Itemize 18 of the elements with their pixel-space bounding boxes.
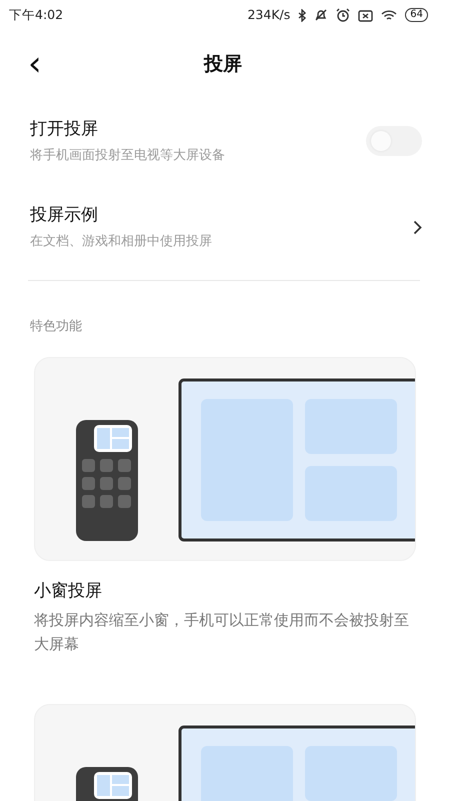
wifi-icon <box>381 8 398 22</box>
chevron-right-icon <box>413 220 422 234</box>
feature-description: 将投屏内容缩至小窗，手机可以正常使用而不会被投射至大屏幕 <box>33 610 410 655</box>
muted-bell-icon <box>314 8 328 22</box>
page-title: 投屏 <box>204 52 242 77</box>
setting-title: 打开投屏 <box>30 118 99 141</box>
alarm-icon <box>336 8 350 22</box>
battery-indicator: 64 <box>405 8 428 22</box>
network-speed: 234K/s <box>247 6 290 24</box>
setting-subtitle: 在文档、游戏和相册中使用投屏 <box>30 232 213 250</box>
section-label: 特色功能 <box>29 318 83 336</box>
status-time: 下午4:02 <box>9 6 64 24</box>
bluetooth-icon <box>298 8 306 22</box>
setting-title: 投屏示例 <box>30 204 99 227</box>
setting-subtitle: 将手机画面投射至电视等大屏设备 <box>30 146 226 164</box>
feature-title: 小窗投屏 <box>33 580 103 602</box>
sim-icon <box>358 8 374 22</box>
back-button[interactable]: ‹ <box>22 47 48 81</box>
